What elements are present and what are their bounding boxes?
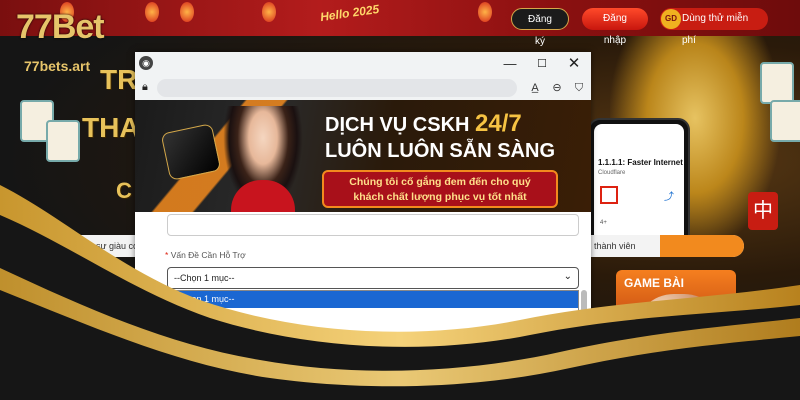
minimize-button[interactable]: —: [501, 55, 519, 73]
issue-field-label: * Vấn Đề Cần Hỗ Trợ: [165, 250, 246, 260]
mahjong-tile-icon: [770, 100, 800, 142]
mahjong-tile-icon: [46, 120, 80, 162]
hero-text-fragment: THA: [82, 112, 140, 143]
login-button[interactable]: Đăng nhập: [582, 8, 648, 46]
chevron-down-icon: ⌄: [563, 271, 572, 282]
free-trial-button[interactable]: GD Dùng thử miễn phí: [660, 8, 768, 46]
banner-headline-accent: 24/7: [475, 110, 522, 137]
hello-2025-decor: Hello 2025: [319, 1, 381, 25]
issue-dropdown-list: --Chọn 1 mục--: [167, 290, 579, 352]
phone-mockup: 1.1.1.1: Faster Internet Cloudflare ⤴ 4+: [588, 118, 690, 250]
banner-subline-1: Chúng tôi cố gắng đem đến cho quý: [349, 176, 531, 188]
url-input[interactable]: [157, 79, 517, 97]
carousel-next-button[interactable]: ›: [724, 298, 750, 324]
speaker-icon: 🔊: [58, 233, 82, 257]
phone-app-developer: Cloudflare: [598, 170, 626, 176]
site-logo[interactable]: 77Bet: [16, 8, 105, 47]
issue-select-value: --Chọn 1 mục--: [174, 273, 235, 283]
maximize-button[interactable]: ☐: [533, 55, 551, 73]
translate-icon[interactable]: A̲: [527, 80, 543, 96]
notice-bar-accent: [660, 235, 744, 257]
site-header-bar: Hello 2025 Đăng ký Đăng nhập GD Dùng thử…: [0, 0, 800, 47]
browser-popup-window: ◉ — ☐ ✕ 🔒︎ A̲ ⊖ ⛉ DỊCH VỤ CSKH 24/7 LUÔN…: [135, 52, 591, 352]
banner-headline-1: DỊCH VỤ CSKH 24/7: [325, 110, 522, 138]
support-banner: DỊCH VỤ CSKH 24/7 LUÔN LUÔN SẴN SÀNG Chú…: [135, 100, 591, 212]
dropdown-option[interactable]: --Chọn 1 mục--: [168, 291, 578, 308]
download-icon: [600, 186, 618, 204]
required-mark: *: [165, 250, 169, 260]
lock-icon: 🔒︎: [142, 81, 148, 93]
phone-rating: 4+: [600, 220, 607, 226]
banner-subline-2: khách chất lượng phục vụ tốt nhất: [353, 191, 527, 203]
zoom-out-icon[interactable]: ⊖: [549, 80, 565, 96]
banner-headline-text: DỊCH VỤ CSKH: [325, 114, 470, 136]
issue-select[interactable]: --Chọn 1 mục-- ⌄: [167, 267, 579, 289]
notice-text-left: ọc sự giàu có: [84, 241, 139, 251]
gd-badge-icon: GD: [661, 9, 681, 29]
mahjong-red-tile-icon: 中: [748, 192, 778, 230]
banner-headline-2: LUÔN LUÔN SẴN SÀNG: [325, 140, 555, 162]
banner-subline-box: Chúng tôi cố gắng đem đến cho quý khách …: [322, 170, 558, 208]
footer-plate: [590, 360, 745, 380]
window-titlebar: ◉ — ☐ ✕: [135, 52, 591, 76]
notice-text-right: thành viên: [594, 241, 636, 251]
lantern-icon: [145, 2, 159, 22]
support-form: * Vấn Đề Cần Hỗ Trợ --Chọn 1 mục-- ⌄ --C…: [135, 212, 591, 352]
phone-screen: 1.1.1.1: Faster Internet Cloudflare ⤴ 4+: [594, 124, 684, 244]
mahjong-tile-icon: [760, 62, 794, 104]
shield-icon[interactable]: ⛉: [571, 80, 587, 96]
lantern-icon: [262, 2, 276, 22]
scrollbar-thumb[interactable]: [581, 290, 587, 314]
lantern-icon: [478, 2, 492, 22]
game-card-label: GAME BÀI: [624, 276, 684, 290]
register-button[interactable]: Đăng ký: [511, 8, 569, 47]
hero-text-fragment: TR: [100, 64, 138, 95]
hero-text-fragment: C: [116, 178, 132, 203]
share-icon: ⤴: [664, 192, 674, 203]
globe-icon: ◉: [139, 56, 153, 70]
address-bar: 🔒︎ A̲ ⊖ ⛉: [135, 76, 591, 100]
site-logo-url: 77bets.art: [24, 58, 91, 74]
lantern-icon: [180, 2, 194, 22]
close-window-button[interactable]: ✕: [565, 55, 583, 73]
previous-input-field[interactable]: [167, 214, 579, 236]
issue-field-label-text: Vấn Đề Cần Hỗ Trợ: [170, 250, 246, 260]
phone-app-title: 1.1.1.1: Faster Internet: [598, 158, 683, 167]
